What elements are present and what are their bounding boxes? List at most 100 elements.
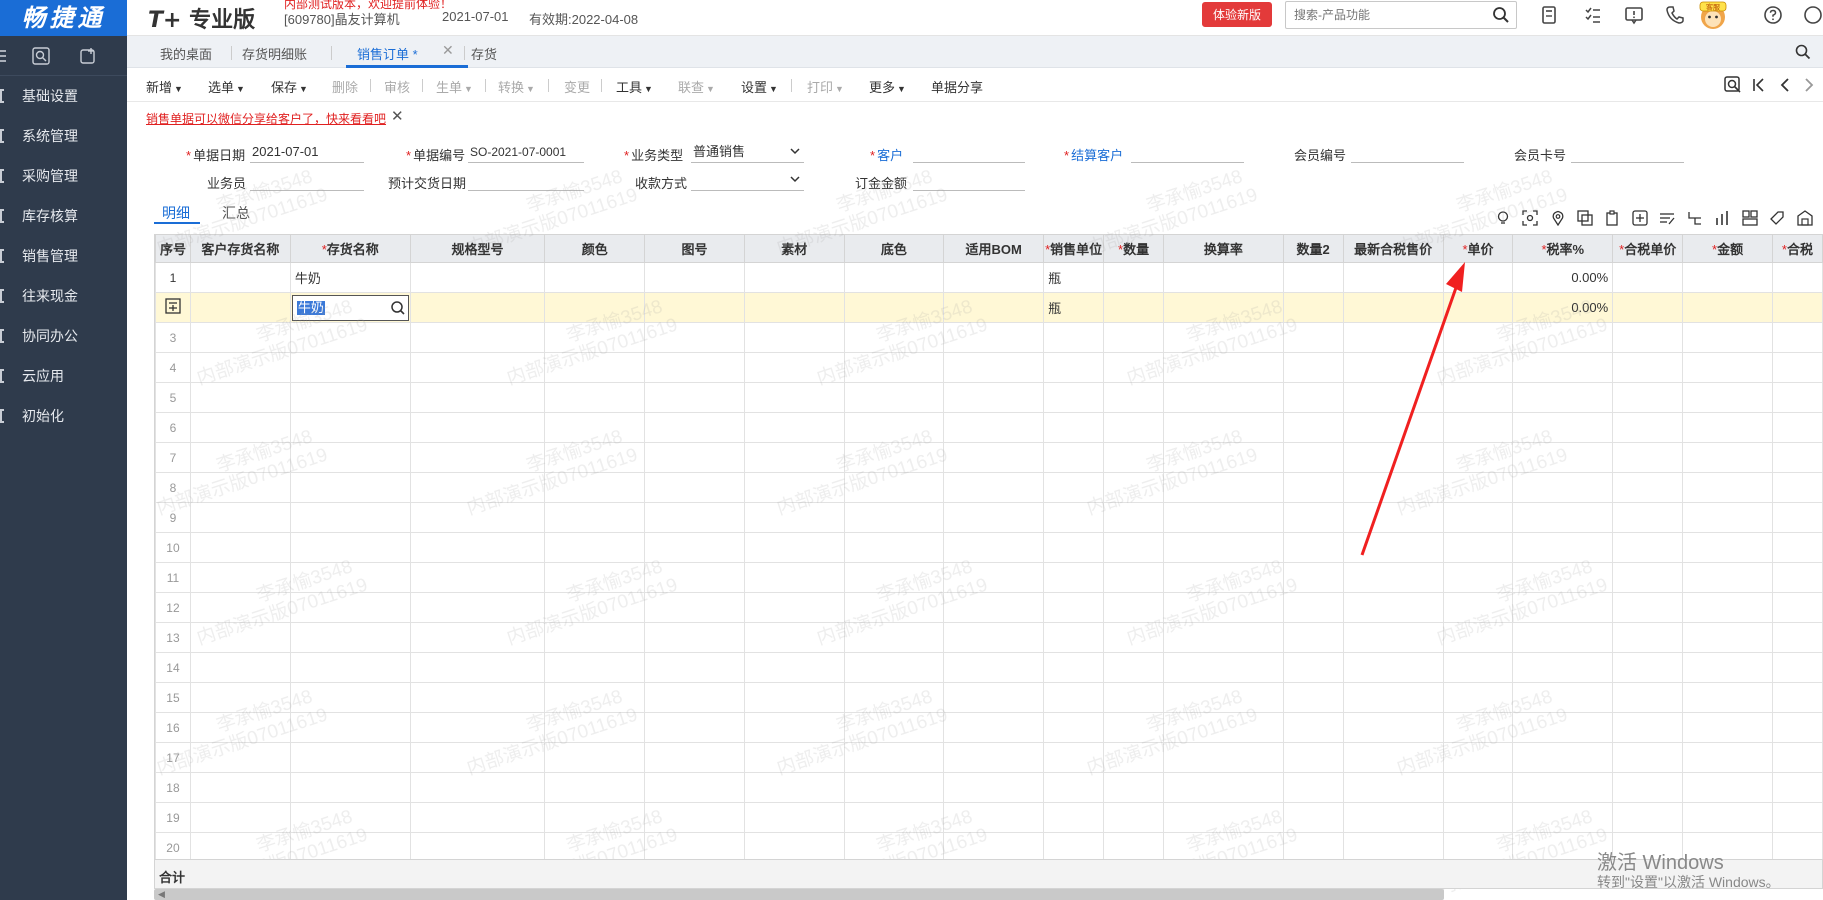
scroll-left-icon[interactable]: ◀	[158, 889, 165, 900]
grid-cell[interactable]	[843, 472, 945, 503]
column-header-17[interactable]: *金额	[1682, 234, 1773, 263]
grid-cell[interactable]	[743, 502, 845, 533]
grid-cell[interactable]	[644, 742, 745, 773]
cell-color[interactable]	[544, 292, 646, 323]
cell-conversion-rate[interactable]	[1163, 292, 1284, 323]
grid-cell[interactable]	[1043, 502, 1105, 533]
copy-row-icon[interactable]	[1577, 210, 1593, 226]
grid-cell[interactable]	[743, 412, 845, 443]
table-row[interactable]: 6	[155, 412, 1823, 443]
grid-cell[interactable]	[289, 442, 411, 473]
grid-cell[interactable]	[1512, 682, 1614, 713]
column-header-11[interactable]: 换算率	[1163, 234, 1284, 263]
grid-cell[interactable]	[1103, 802, 1165, 833]
item-name-editor[interactable]: 牛奶	[291, 294, 409, 321]
grid-cell[interactable]	[1771, 802, 1823, 833]
grid-cell[interactable]	[743, 532, 845, 563]
next-record-icon[interactable]	[1801, 76, 1817, 94]
grid-cell[interactable]	[189, 472, 291, 503]
scan-icon[interactable]	[1522, 210, 1538, 226]
column-header-5[interactable]: 图号	[644, 234, 745, 263]
grid-cell[interactable]	[409, 532, 546, 563]
grid-cell[interactable]	[1771, 652, 1823, 683]
grid-cell[interactable]	[644, 382, 745, 413]
grid-cell[interactable]	[644, 532, 745, 563]
grid-cell[interactable]	[1282, 682, 1344, 713]
grid-cell[interactable]	[1342, 742, 1444, 773]
grid-cell[interactable]	[544, 652, 646, 683]
sidebar-item-3[interactable]: 库存核算	[0, 196, 127, 236]
grid-cell[interactable]	[1771, 622, 1823, 653]
grid-cell[interactable]	[544, 742, 646, 773]
grid-cell[interactable]	[1771, 502, 1823, 533]
grid-cell[interactable]	[1282, 562, 1344, 593]
grid-cell[interactable]	[289, 802, 411, 833]
grid-cell[interactable]	[189, 382, 291, 413]
grid-cell[interactable]	[843, 382, 945, 413]
grid-cell[interactable]	[1163, 442, 1284, 473]
grid-cell[interactable]	[1043, 742, 1105, 773]
table-row[interactable]: 17	[155, 742, 1823, 773]
message-icon[interactable]	[1623, 4, 1645, 26]
grid-cell[interactable]	[1682, 712, 1773, 743]
grid-cell[interactable]	[1282, 772, 1344, 803]
grid-cell[interactable]	[1682, 652, 1773, 683]
grid-cell[interactable]	[1771, 532, 1823, 563]
grid-cell[interactable]	[1442, 712, 1514, 743]
grid-cell[interactable]	[1442, 652, 1514, 683]
grid-cell[interactable]	[289, 562, 411, 593]
grid-cell[interactable]	[1163, 652, 1284, 683]
grid-cell[interactable]	[1771, 442, 1823, 473]
grid-cell[interactable]	[743, 592, 845, 623]
menu-icon[interactable]	[0, 47, 12, 65]
cell-quantity2[interactable]	[1282, 292, 1344, 323]
member-card-field[interactable]	[1571, 143, 1684, 163]
grid-cell[interactable]	[409, 712, 546, 743]
grid-cell[interactable]	[289, 322, 411, 353]
cell-quantity2[interactable]	[1282, 262, 1344, 293]
column-header-7[interactable]: 底色	[843, 234, 945, 263]
cell-color[interactable]	[544, 262, 646, 293]
grid-cell[interactable]	[409, 322, 546, 353]
grid-cell[interactable]	[843, 352, 945, 383]
cell-tax-amount[interactable]	[1771, 262, 1823, 293]
grid-cell[interactable]	[544, 772, 646, 803]
grid-cell[interactable]	[409, 622, 546, 653]
column-header-10[interactable]: *数量	[1103, 234, 1165, 263]
grid-cell[interactable]	[1512, 712, 1614, 743]
cell-drawing-no[interactable]	[644, 292, 745, 323]
grid-cell[interactable]	[189, 832, 291, 859]
bulb-icon[interactable]	[1495, 210, 1511, 226]
grid-cell[interactable]	[644, 472, 745, 503]
grid-cell[interactable]	[1612, 652, 1684, 683]
grid-cell[interactable]	[1103, 562, 1165, 593]
grid-cell[interactable]	[1682, 442, 1773, 473]
grid-cell[interactable]	[1682, 622, 1773, 653]
cell-customer-item[interactable]	[189, 292, 291, 323]
grid-cell[interactable]	[1612, 682, 1684, 713]
grid-cell[interactable]	[1442, 622, 1514, 653]
grid-cell[interactable]	[1512, 442, 1614, 473]
grid-cell[interactable]	[409, 382, 546, 413]
insert-row-handle-icon[interactable]	[165, 298, 181, 314]
grid-cell[interactable]	[1512, 802, 1614, 833]
toolbar-settings[interactable]: 设置 ▼	[741, 77, 778, 96]
grid-cell[interactable]	[1342, 772, 1444, 803]
grid-cell[interactable]	[1103, 472, 1165, 503]
grid-cell[interactable]	[1043, 472, 1105, 503]
previous-record-icon[interactable]	[1777, 76, 1793, 94]
grid-cell[interactable]	[1282, 352, 1344, 383]
grid-cell[interactable]	[189, 682, 291, 713]
grid-cell[interactable]	[1043, 442, 1105, 473]
grid-cell[interactable]	[1163, 532, 1284, 563]
toolbar-select-order[interactable]: 选单 ▼	[208, 77, 245, 96]
grid-cell[interactable]	[409, 412, 546, 443]
grid-cell[interactable]	[409, 742, 546, 773]
grid-cell[interactable]	[1103, 322, 1165, 353]
grid-cell[interactable]	[644, 592, 745, 623]
toolbar-change[interactable]: 变更	[564, 77, 590, 96]
notice-close-icon[interactable]: ✕	[391, 107, 404, 125]
grid-cell[interactable]	[1103, 592, 1165, 623]
table-row[interactable]: 4	[155, 352, 1823, 383]
grid-cell[interactable]	[1342, 562, 1444, 593]
